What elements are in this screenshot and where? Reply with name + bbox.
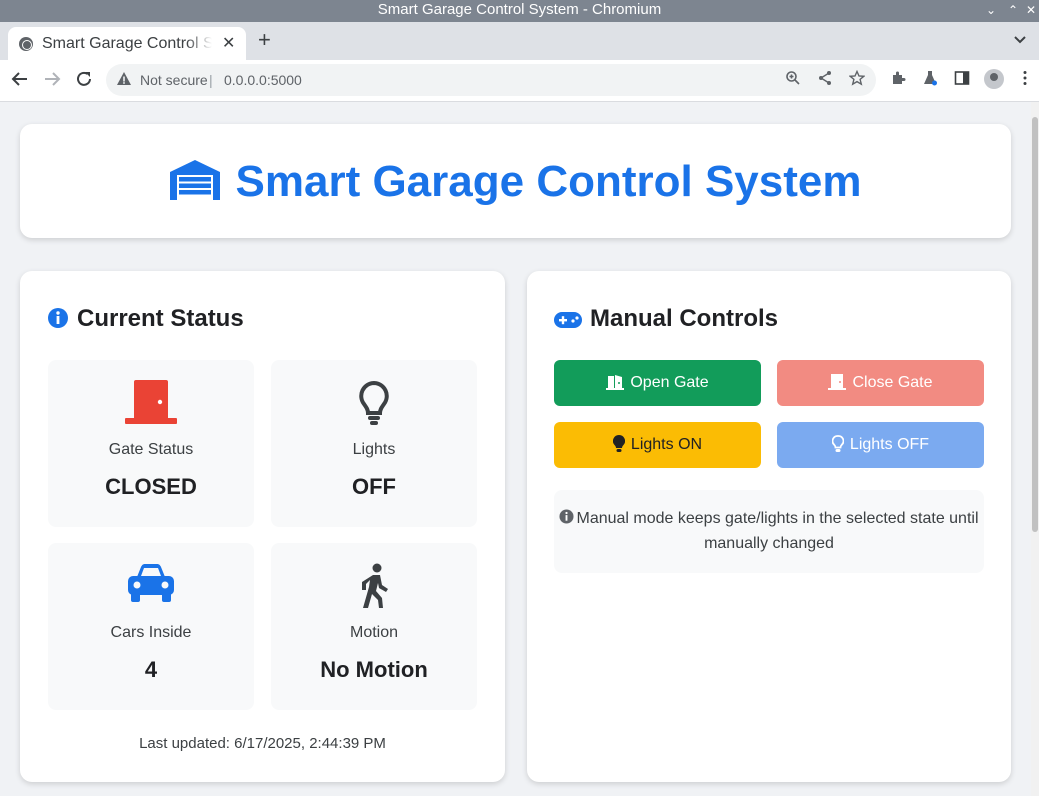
close-gate-button[interactable]: Close Gate: [777, 360, 984, 406]
tab-search-chevron-icon[interactable]: [1013, 32, 1027, 48]
cars-inside-tile: Cars Inside 4: [48, 543, 254, 710]
info-circle-icon: [48, 308, 68, 328]
status-card: Current Status Gate Status CLOSED Lights…: [20, 271, 505, 782]
maximize-icon[interactable]: ⌃: [1008, 0, 1018, 20]
controls-card: Manual Controls Open Gate Close Gate Lig…: [527, 271, 1011, 782]
browser-tab[interactable]: Smart Garage Control System ✕: [8, 27, 246, 60]
car-icon: [128, 564, 174, 602]
extensions-icon[interactable]: [890, 70, 906, 91]
cars-inside-label: Cars Inside: [110, 624, 192, 641]
lightbulb-icon: [612, 435, 625, 452]
close-window-icon[interactable]: ✕: [1026, 0, 1036, 20]
lightbulb-outline-icon: [831, 435, 844, 452]
lights-on-button[interactable]: Lights ON: [554, 422, 761, 468]
url-text[interactable]: 0.0.0.0:5000: [224, 72, 302, 88]
gate-status-label: Gate Status: [108, 441, 194, 458]
door-closed-icon: [828, 374, 847, 390]
door-closed-icon: [125, 380, 177, 424]
last-updated-text: Last updated: 6/17/2025, 2:44:39 PM: [139, 735, 386, 752]
door-open-icon: [606, 375, 625, 390]
omnibox-separator: |: [209, 72, 213, 88]
warning-icon: [117, 72, 131, 85]
motion-label: Motion: [349, 624, 399, 641]
bookmark-star-icon[interactable]: [848, 69, 866, 91]
globe-icon: [19, 37, 33, 51]
lights-on-label: Lights ON: [630, 436, 703, 453]
manual-mode-note: Manual mode keeps gate/lights in the sel…: [554, 490, 984, 573]
open-gate-button[interactable]: Open Gate: [554, 360, 761, 406]
lights-off-label: Lights OFF: [849, 436, 930, 453]
lights-tile: Lights OFF: [271, 360, 477, 527]
info-circle-icon: [559, 509, 575, 524]
window-title: Smart Garage Control System - Chromium: [377, 1, 662, 18]
lab-flask-icon[interactable]: [922, 70, 938, 91]
cars-inside-value: 4: [144, 657, 158, 682]
gate-status-value: CLOSED: [105, 474, 197, 499]
page-title: Smart Garage Control System: [20, 156, 1011, 208]
side-panel-icon[interactable]: [954, 70, 970, 91]
lights-off-button[interactable]: Lights OFF: [777, 422, 984, 468]
menu-kebab-icon[interactable]: [1022, 70, 1028, 91]
close-gate-label: Close Gate: [852, 374, 933, 391]
address-bar[interactable]: Not secure | 0.0.0.0:5000: [106, 64, 876, 96]
walking-person-icon: [362, 563, 388, 608]
motion-value: No Motion: [320, 657, 428, 682]
minimize-icon[interactable]: ⌄: [986, 0, 996, 20]
gate-status-tile: Gate Status CLOSED: [48, 360, 254, 527]
manual-mode-note-text: Manual mode keeps gate/lights in the sel…: [576, 510, 979, 552]
lights-label: Lights: [352, 441, 396, 458]
open-gate-label: Open Gate: [630, 374, 709, 391]
garage-icon: [169, 160, 220, 200]
share-icon[interactable]: [817, 70, 833, 91]
window-titlebar: Smart Garage Control System - Chromium ⌄…: [0, 0, 1039, 22]
header-card: Smart Garage Control System: [20, 124, 1011, 238]
lightbulb-icon: [359, 380, 389, 425]
new-tab-icon[interactable]: +: [258, 29, 271, 51]
reload-icon[interactable]: [74, 69, 94, 93]
controls-section-title: Manual Controls: [554, 305, 778, 333]
scrollbar-thumb[interactable]: [1032, 117, 1038, 532]
controls-title-text: Manual Controls: [590, 305, 779, 332]
lights-value: OFF: [352, 474, 396, 499]
tab-strip: Smart Garage Control System ✕ +: [0, 22, 1039, 60]
motion-tile: Motion No Motion: [271, 543, 477, 710]
security-label[interactable]: Not secure: [140, 72, 208, 88]
forward-icon[interactable]: [42, 69, 62, 93]
back-icon[interactable]: [10, 69, 30, 93]
tab-title: Smart Garage Control System: [42, 35, 212, 52]
zoom-icon[interactable]: [785, 70, 801, 91]
status-section-title: Current Status: [47, 305, 244, 333]
gamepad-icon: [554, 312, 582, 328]
profile-avatar[interactable]: [984, 69, 1004, 89]
status-title-text: Current Status: [77, 305, 244, 332]
tab-close-icon[interactable]: ✕: [222, 33, 235, 53]
browser-toolbar: Not secure | 0.0.0.0:5000: [0, 60, 1039, 102]
page-title-text: Smart Garage Control System: [235, 157, 862, 206]
